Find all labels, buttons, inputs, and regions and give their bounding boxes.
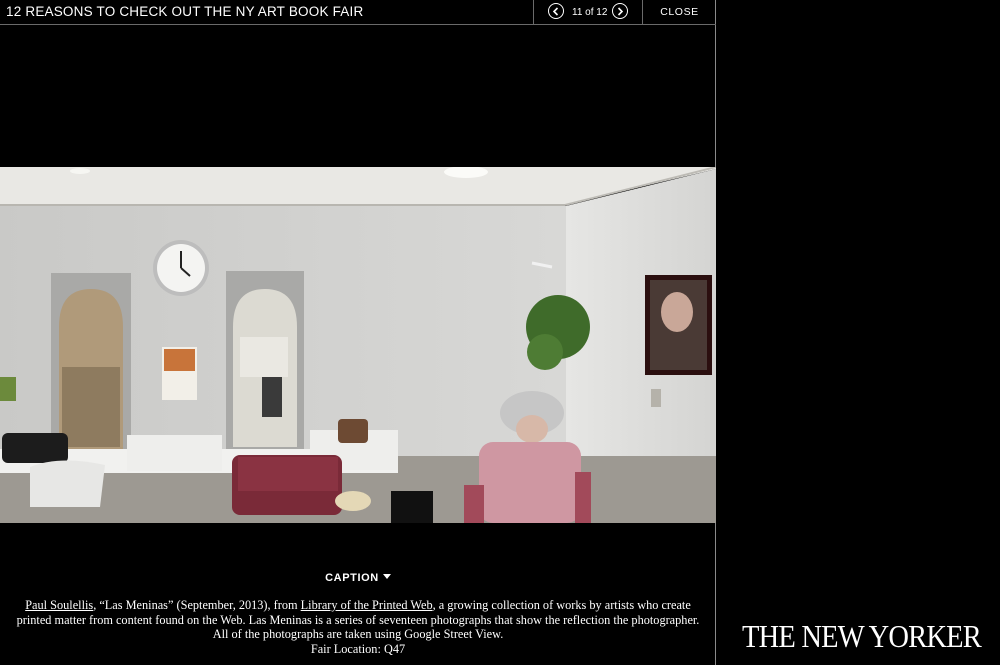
new-yorker-logo[interactable]: THE NEW YORKER [742,620,982,656]
chevron-left-icon [552,6,559,16]
slideshow-panel: 12 REASONS TO CHECK OUT THE NY ART BOOK … [0,0,716,665]
caret-down-icon [382,574,391,579]
collection-link[interactable]: Library of the Printed Web [301,598,433,612]
caption-text: Paul Soulellis, “Las Meninas” (September… [8,598,708,656]
artist-link[interactable]: Paul Soulellis [25,598,93,612]
caption-segment-1: , “Las Meninas” (September, 2013), from [93,598,301,612]
slide-counter: 11 of 12 [572,7,608,18]
caption-toggle-button[interactable]: CAPTION [0,572,716,584]
salon-photo-illustration [0,167,716,523]
slide-navigation: 11 of 12 [533,0,643,25]
chevron-right-icon [617,6,624,16]
caption-toggle-label: CAPTION [325,572,379,584]
slideshow-header: 12 REASONS TO CHECK OUT THE NY ART BOOK … [0,0,716,25]
next-slide-button[interactable] [612,3,628,19]
close-button[interactable]: CLOSE [642,0,716,25]
fair-location: Fair Location: Q47 [310,641,406,656]
slide-photo [0,167,716,523]
previous-slide-button[interactable] [548,3,564,19]
slideshow-title: 12 REASONS TO CHECK OUT THE NY ART BOOK … [6,4,364,19]
